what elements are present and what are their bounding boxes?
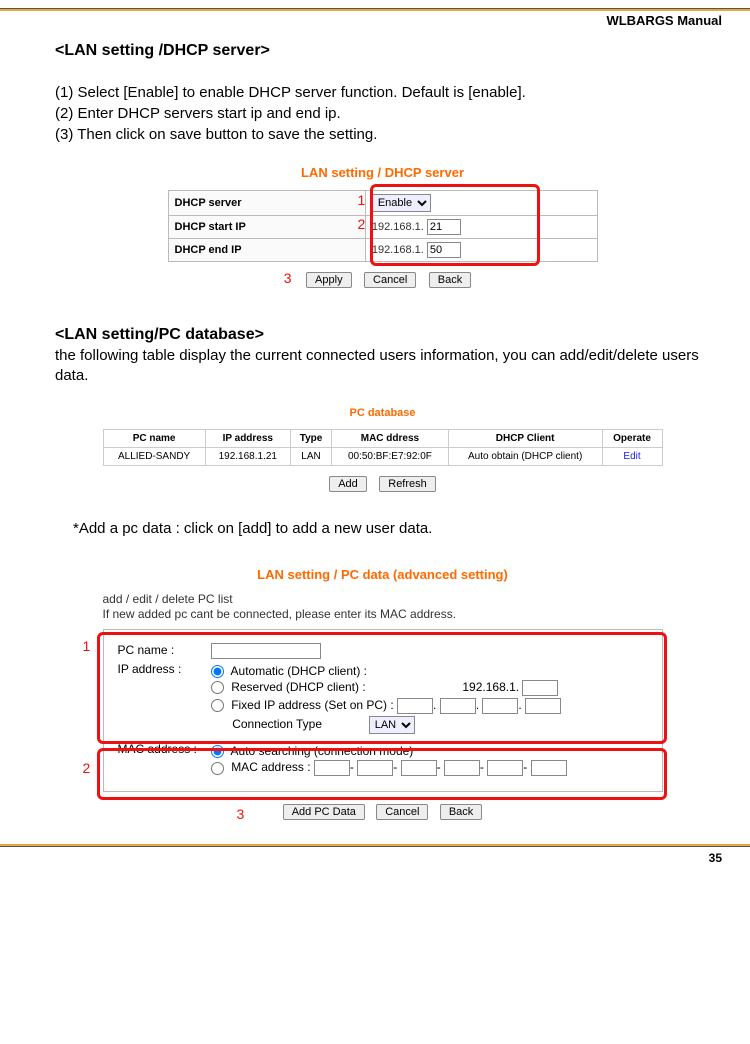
back-button-2[interactable]: Back xyxy=(440,804,482,820)
cell-mac: 00:50:BF:E7:92:0F xyxy=(332,447,449,465)
pcname-input[interactable] xyxy=(211,643,321,659)
back-button[interactable]: Back xyxy=(429,272,471,288)
cell-pcname: ALLIED-SANDY xyxy=(103,447,205,465)
callout-2: 2 xyxy=(358,216,366,232)
cell-dhcp: Auto obtain (DHCP client) xyxy=(448,447,602,465)
ip-fixed-1[interactable] xyxy=(397,698,433,714)
mac-addr-label: MAC address : xyxy=(231,760,310,774)
apply-button[interactable]: Apply xyxy=(306,272,352,288)
section2-heading: <LAN setting/PC database> xyxy=(55,326,710,344)
pcname-label: PC name : xyxy=(118,643,208,657)
ip-auto-label: Automatic (DHCP client) : xyxy=(231,664,367,678)
mac-auto-radio[interactable] xyxy=(211,745,224,758)
dhcp-start-prefix: 192.168.1. xyxy=(372,221,424,233)
dhcp-end-prefix: 192.168.1. xyxy=(372,244,424,256)
cell-ip: 192.168.1.21 xyxy=(205,447,290,465)
page-number: 35 xyxy=(0,847,750,865)
ip-reserved-label: Reserved (DHCP client) : xyxy=(231,680,365,694)
conn-type-label: Connection Type xyxy=(232,717,322,731)
mac-1[interactable] xyxy=(314,760,350,776)
pcdata-panel-title: LAN setting / PC data (advanced setting) xyxy=(55,567,710,582)
mac-6[interactable] xyxy=(531,760,567,776)
section2-desc: the following table display the current … xyxy=(55,346,710,387)
ip-fixed-3[interactable] xyxy=(482,698,518,714)
ip-fixed-2[interactable] xyxy=(440,698,476,714)
col-pcname: PC name xyxy=(103,429,205,447)
ipaddr-label: IP address : xyxy=(118,662,208,676)
section1-heading: <LAN setting /DHCP server> xyxy=(55,42,710,60)
edit-link[interactable]: Edit xyxy=(623,451,640,462)
s3-callout-1: 1 xyxy=(83,638,91,654)
ip-auto-radio[interactable] xyxy=(211,665,224,678)
pcdata-intro2: If new added pc cant be connected, pleas… xyxy=(103,607,663,623)
pcdb-row: ALLIED-SANDY 192.168.1.21 LAN 00:50:BF:E… xyxy=(103,447,662,465)
cancel-button[interactable]: Cancel xyxy=(364,272,416,288)
mac-5[interactable] xyxy=(487,760,523,776)
mac-3[interactable] xyxy=(401,760,437,776)
step-3: (3) Then click on save button to save th… xyxy=(55,124,710,145)
add-button[interactable]: Add xyxy=(329,476,367,492)
add-pc-data-button[interactable]: Add PC Data xyxy=(283,804,365,820)
pcdb-header-row: PC name IP address Type MAC ddress DHCP … xyxy=(103,429,662,447)
refresh-button[interactable]: Refresh xyxy=(379,476,436,492)
mac-4[interactable] xyxy=(444,760,480,776)
mac-2[interactable] xyxy=(357,760,393,776)
mac-addr-radio[interactable] xyxy=(211,762,224,775)
ip-reserved-prefix: 192.168.1. xyxy=(462,680,519,694)
cancel-button-2[interactable]: Cancel xyxy=(376,804,428,820)
col-ip: IP address xyxy=(205,429,290,447)
callout-3: 3 xyxy=(284,270,292,286)
col-type: Type xyxy=(290,429,331,447)
add-note: *Add a pc data : click on [add] to add a… xyxy=(73,520,710,537)
pcdata-intro1: add / edit / delete PC list xyxy=(103,592,663,608)
dhcp-start-input[interactable] xyxy=(427,219,461,235)
ip-reserved-radio[interactable] xyxy=(211,681,224,694)
col-mac: MAC ddress xyxy=(332,429,449,447)
col-operate: Operate xyxy=(602,429,662,447)
ip-reserved-input[interactable] xyxy=(522,680,558,696)
dhcp-server-label: DHCP server xyxy=(168,191,365,216)
cell-type: LAN xyxy=(290,447,331,465)
mac-label: MAC address : xyxy=(118,742,208,756)
callout-1: 1 xyxy=(358,192,366,208)
dhcp-panel-title: LAN setting / DHCP server xyxy=(55,165,710,180)
manual-title: WLBARGS Manual xyxy=(0,13,750,34)
step-2: (2) Enter DHCP servers start ip and end … xyxy=(55,103,710,124)
ip-fixed-4[interactable] xyxy=(525,698,561,714)
dhcp-server-select[interactable]: Enable xyxy=(372,194,431,212)
step-1: (1) Select [Enable] to enable DHCP serve… xyxy=(55,82,710,103)
s3-callout-2: 2 xyxy=(83,760,91,776)
dhcp-start-label: DHCP start IP xyxy=(168,216,365,239)
pcdb-panel-title: PC database xyxy=(55,407,710,419)
dhcp-end-label: DHCP end IP xyxy=(168,239,365,262)
dhcp-end-input[interactable] xyxy=(427,242,461,258)
ip-fixed-label: Fixed IP address (Set on PC) : xyxy=(231,698,394,712)
conn-type-select[interactable]: LAN xyxy=(369,716,415,734)
mac-auto-label: Auto searching (connection mode) xyxy=(231,744,414,758)
ip-fixed-radio[interactable] xyxy=(211,699,224,712)
col-dhcp: DHCP Client xyxy=(448,429,602,447)
s3-callout-3: 3 xyxy=(237,806,245,822)
